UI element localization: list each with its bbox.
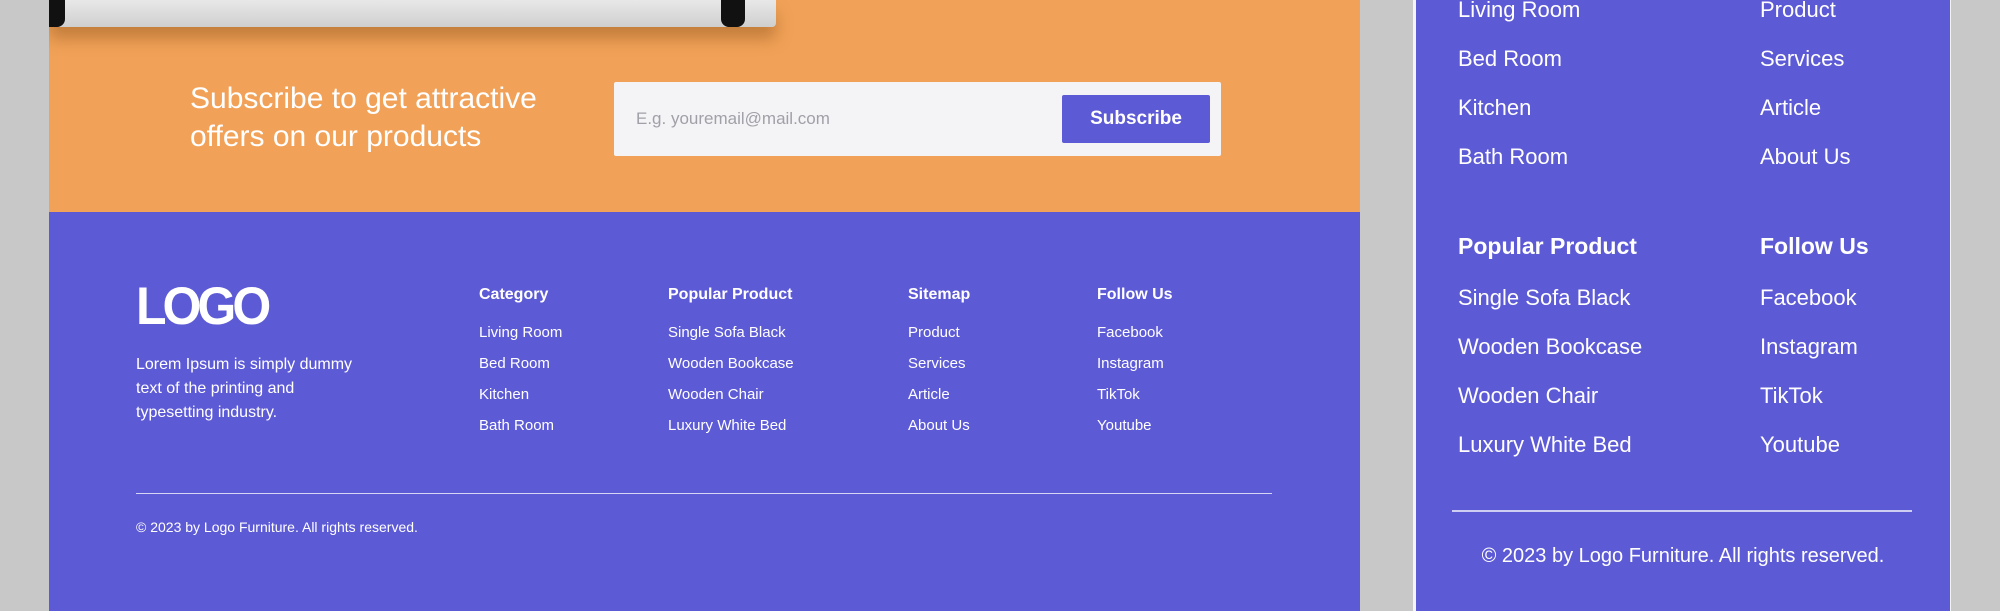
subscribe-section: Subscribe to get attractive offers on ou… bbox=[49, 0, 1360, 212]
footer-link-about-us[interactable]: About Us bbox=[908, 417, 970, 448]
footer-column-popular-product: Popular Product Single Sofa Black Wooden… bbox=[668, 286, 794, 448]
footer: LOGO Lorem Ipsum is simply dummy text of… bbox=[49, 212, 1360, 611]
mobile-category-list: Living Room Bed Room Kitchen Bath Room bbox=[1458, 0, 1580, 193]
mobile-popular-title: Popular Product bbox=[1458, 233, 1637, 259]
column-title: Sitemap bbox=[908, 286, 971, 303]
column-title: Follow Us bbox=[1097, 286, 1173, 303]
mobile-link-bath-room[interactable]: Bath Room bbox=[1458, 144, 1580, 193]
footer-link-services[interactable]: Services bbox=[908, 355, 970, 386]
mobile-artboard-edge-right bbox=[1950, 0, 1951, 611]
sofa-leg-right bbox=[721, 0, 745, 27]
email-input[interactable] bbox=[614, 82, 1054, 156]
sofa-image bbox=[49, 0, 776, 27]
footer-link-product[interactable]: Product bbox=[908, 324, 970, 355]
mobile-link-youtube[interactable]: Youtube bbox=[1760, 432, 1869, 481]
mobile-link-kitchen[interactable]: Kitchen bbox=[1458, 95, 1580, 144]
mobile-link-luxury-white-bed[interactable]: Luxury White Bed bbox=[1458, 432, 1642, 481]
mobile-popular-product-column: Popular Product Single Sofa Black Wooden… bbox=[1458, 233, 1642, 481]
mobile-follow-title: Follow Us bbox=[1760, 233, 1869, 259]
desktop-artboard: Subscribe to get attractive offers on ou… bbox=[49, 0, 1360, 611]
mobile-sitemap-list: Product Services Article About Us bbox=[1760, 0, 1851, 193]
mobile-link-about-us[interactable]: About Us bbox=[1760, 144, 1851, 193]
mobile-link-bed-room[interactable]: Bed Room bbox=[1458, 46, 1580, 95]
subscribe-heading-line2: offers on our products bbox=[190, 120, 482, 153]
footer-link-tiktok[interactable]: TikTok bbox=[1097, 386, 1173, 417]
footer-link-wooden-chair[interactable]: Wooden Chair bbox=[668, 386, 794, 417]
footer-link-bed-room[interactable]: Bed Room bbox=[479, 355, 562, 386]
footer-link-facebook[interactable]: Facebook bbox=[1097, 324, 1173, 355]
logo[interactable]: LOGO bbox=[136, 280, 271, 333]
footer-column-category: Category Living Room Bed Room Kitchen Ba… bbox=[479, 286, 562, 448]
subscribe-heading: Subscribe to get attractive offers on ou… bbox=[190, 80, 570, 156]
mobile-link-article[interactable]: Article bbox=[1760, 95, 1851, 144]
mobile-link-single-sofa-black[interactable]: Single Sofa Black bbox=[1458, 285, 1642, 334]
footer-description: Lorem Ipsum is simply dummy text of the … bbox=[136, 356, 353, 421]
mobile-follow-us-column: Follow Us Facebook Instagram TikTok Yout… bbox=[1760, 233, 1869, 481]
mobile-link-product[interactable]: Product bbox=[1760, 0, 1851, 46]
subscribe-heading-line1: Subscribe to get attractive bbox=[190, 82, 537, 115]
sofa-leg-left bbox=[49, 0, 65, 27]
mobile-link-instagram[interactable]: Instagram bbox=[1760, 334, 1869, 383]
footer-link-living-room[interactable]: Living Room bbox=[479, 324, 562, 355]
footer-link-instagram[interactable]: Instagram bbox=[1097, 355, 1173, 386]
mobile-link-wooden-chair[interactable]: Wooden Chair bbox=[1458, 383, 1642, 432]
mobile-link-living-room[interactable]: Living Room bbox=[1458, 0, 1580, 46]
mobile-link-tiktok[interactable]: TikTok bbox=[1760, 383, 1869, 432]
footer-link-bath-room[interactable]: Bath Room bbox=[479, 417, 562, 448]
footer-link-kitchen[interactable]: Kitchen bbox=[479, 386, 562, 417]
mobile-artboard: Living Room Bed Room Kitchen Bath Room P… bbox=[1416, 0, 1950, 611]
footer-link-article[interactable]: Article bbox=[908, 386, 970, 417]
footer-column-follow-us: Follow Us Facebook Instagram TikTok Yout… bbox=[1097, 286, 1173, 448]
copyright-text: © 2023 by Logo Furniture. All rights res… bbox=[136, 519, 418, 535]
mobile-link-wooden-bookcase[interactable]: Wooden Bookcase bbox=[1458, 334, 1642, 383]
footer-link-luxury-white-bed[interactable]: Luxury White Bed bbox=[668, 417, 794, 448]
mobile-footer-divider bbox=[1452, 510, 1912, 512]
footer-link-single-sofa-black[interactable]: Single Sofa Black bbox=[668, 324, 794, 355]
mobile-link-services[interactable]: Services bbox=[1760, 46, 1851, 95]
footer-link-youtube[interactable]: Youtube bbox=[1097, 417, 1173, 448]
mobile-copyright-text: © 2023 by Logo Furniture. All rights res… bbox=[1481, 545, 1885, 567]
subscribe-form: Subscribe bbox=[614, 82, 1221, 156]
footer-divider bbox=[136, 493, 1272, 494]
mobile-link-facebook[interactable]: Facebook bbox=[1760, 285, 1869, 334]
footer-link-wooden-bookcase[interactable]: Wooden Bookcase bbox=[668, 355, 794, 386]
column-title: Popular Product bbox=[668, 286, 793, 303]
column-title: Category bbox=[479, 286, 549, 303]
subscribe-button[interactable]: Subscribe bbox=[1062, 95, 1210, 143]
footer-column-sitemap: Sitemap Product Services Article About U… bbox=[908, 286, 970, 448]
